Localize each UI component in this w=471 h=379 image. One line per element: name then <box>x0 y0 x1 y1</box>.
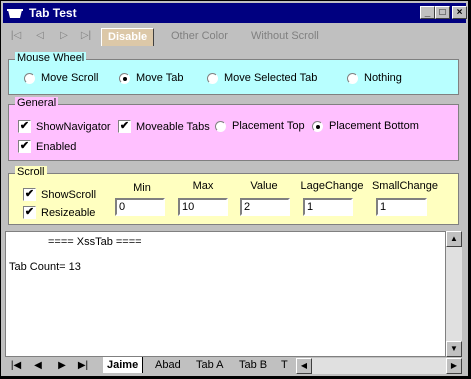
title-bar[interactable]: Tab Test _ □ × <box>3 3 467 23</box>
lagechange-label: LageChange <box>300 180 364 192</box>
check-icon: ✔ <box>23 206 36 219</box>
radio-selected-icon <box>119 72 130 84</box>
tab-a[interactable]: Tab A <box>192 357 228 373</box>
hscroll-right-button[interactable]: ▶ <box>446 358 462 374</box>
down-arrow-icon: ▼ <box>450 344 458 353</box>
check-icon: ✔ <box>18 140 31 153</box>
output-area[interactable]: ==== XssTab ==== Tab Count= 13 <box>5 231 446 357</box>
prev-tab-icon[interactable]: ◁ <box>33 29 47 43</box>
top-tab-strip: |◁ ◁ ▷ ▷| Disable Other Color Without Sc… <box>5 25 466 47</box>
window-title: Tab Test <box>29 6 77 20</box>
tab-without-scroll[interactable]: Without Scroll <box>245 28 325 45</box>
next-tab-icon[interactable]: ▷ <box>57 29 71 43</box>
radio-placement-top[interactable]: Placement Top <box>215 120 305 132</box>
radio-move-selected-tab[interactable]: Move Selected Tab <box>207 72 317 84</box>
tab-b[interactable]: Tab B <box>235 357 271 373</box>
min-label: Min <box>133 182 151 194</box>
maximize-button[interactable]: □ <box>435 6 450 19</box>
last-tab-icon[interactable]: ▶| <box>76 360 90 372</box>
output-line-count: Tab Count= 13 <box>9 261 81 273</box>
right-arrow-icon: ▶ <box>450 361 458 370</box>
max-label: Max <box>192 180 214 192</box>
checkbox-show-scroll[interactable]: ✔ ShowScroll <box>23 188 96 201</box>
checkbox-resizeable[interactable]: ✔ Resizeable <box>23 206 95 219</box>
minimize-icon: _ <box>424 7 431 18</box>
lagechange-input[interactable]: 1 <box>303 198 353 216</box>
tab-test-window: Tab Test _ □ × |◁ ◁ ▷ ▷| Disable Other C… <box>0 0 469 377</box>
hscroll-left-button[interactable]: ◀ <box>296 358 312 374</box>
left-arrow-icon: ◀ <box>300 361 308 370</box>
bottom-tab-strip: |◀ ◀ ▶ ▶| Jaime Abad Tab A Tab B T ◀ ▶ <box>5 357 462 375</box>
checkbox-enabled[interactable]: ✔ Enabled <box>18 140 76 153</box>
app-icon <box>7 9 23 18</box>
up-arrow-icon: ▲ <box>450 234 458 243</box>
min-input[interactable]: 0 <box>115 198 165 216</box>
radio-selected-icon <box>312 120 323 132</box>
horizontal-scroll-track[interactable] <box>312 358 446 374</box>
general-group: General ✔ ShowNavigator ✔ Moveable Tabs Pl… <box>8 97 459 161</box>
smallchange-input[interactable]: 1 <box>376 198 427 216</box>
radio-icon <box>24 72 35 84</box>
close-icon: × <box>456 7 463 18</box>
radio-nothing[interactable]: Nothing <box>347 72 402 84</box>
value-input[interactable]: 2 <box>240 198 290 216</box>
tab-other-color[interactable]: Other Color <box>165 28 234 45</box>
radio-move-scroll[interactable]: Move Scroll <box>24 72 98 84</box>
scroll-down-button[interactable]: ▼ <box>446 341 462 357</box>
radio-move-tab[interactable]: Move Tab <box>119 72 184 84</box>
mouse-wheel-title: Mouse Wheel <box>15 52 87 64</box>
scroll-up-button[interactable]: ▲ <box>446 231 462 247</box>
tab-disable[interactable]: Disable <box>101 28 155 46</box>
scroll-group: Scroll ✔ ShowScroll ✔ Resizeable Min Max V… <box>8 166 459 225</box>
maximize-icon: □ <box>439 7 446 18</box>
tab-jaime[interactable]: Jaime <box>103 357 144 373</box>
next-tab-icon[interactable]: ▶ <box>55 360 69 372</box>
vertical-scrollbar[interactable]: ▲ ▼ <box>446 231 462 357</box>
check-icon: ✔ <box>18 120 31 133</box>
scroll-title: Scroll <box>15 166 47 178</box>
tab-abad[interactable]: Abad <box>151 357 185 373</box>
check-icon: ✔ <box>118 120 131 133</box>
mouse-wheel-group: Mouse Wheel Move Scroll Move Tab Move Se… <box>8 52 459 95</box>
smallchange-label: SmallChange <box>371 180 439 192</box>
checkbox-show-navigator[interactable]: ✔ ShowNavigator <box>18 120 111 133</box>
check-icon: ✔ <box>23 188 36 201</box>
radio-icon <box>347 72 358 84</box>
radio-placement-bottom[interactable]: Placement Bottom <box>312 120 419 132</box>
close-button[interactable]: × <box>452 6 467 19</box>
radio-icon <box>215 120 226 132</box>
last-tab-icon[interactable]: ▷| <box>79 29 93 43</box>
value-label: Value <box>250 180 278 192</box>
checkbox-moveable-tabs[interactable]: ✔ Moveable Tabs <box>118 120 210 133</box>
first-tab-icon[interactable]: |◁ <box>9 29 23 43</box>
general-title: General <box>15 97 59 109</box>
prev-tab-icon[interactable]: ◀ <box>31 360 45 372</box>
radio-icon <box>207 72 218 84</box>
tab-t-truncated[interactable]: T <box>277 357 292 373</box>
first-tab-icon[interactable]: |◀ <box>9 360 23 372</box>
minimize-button[interactable]: _ <box>420 6 435 19</box>
output-line-header: ==== XssTab ==== <box>48 236 142 248</box>
max-input[interactable]: 10 <box>178 198 228 216</box>
